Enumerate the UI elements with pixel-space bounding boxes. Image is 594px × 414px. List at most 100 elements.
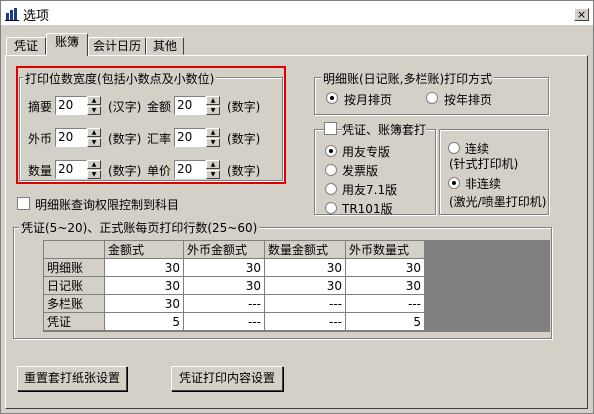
by-year-radio[interactable] bbox=[426, 92, 438, 104]
ufida71-radio[interactable] bbox=[325, 183, 337, 195]
spin-up-icon[interactable]: ▲ bbox=[206, 128, 220, 137]
detail-print-legend: 明细账(日记账,多栏账)打印方式 bbox=[321, 70, 495, 87]
grid-cell[interactable]: 5 bbox=[345, 312, 425, 331]
grid-cell[interactable]: 30 bbox=[104, 258, 184, 277]
label-quantity: 数量 bbox=[28, 164, 53, 178]
amount-width-value[interactable]: 20 bbox=[174, 96, 206, 115]
by-month-label: 按月排页 bbox=[344, 93, 393, 107]
col-header-qty-amount: 数量金额式 bbox=[264, 240, 346, 259]
lines-grid: 金额式 外币金额式 数量金额式 外币数量式 明细账 30 30 30 30 日记… bbox=[43, 240, 425, 331]
row-header: 凭证 bbox=[43, 312, 105, 331]
grid-cell[interactable]: --- bbox=[264, 312, 346, 331]
foreign-width-value[interactable]: 20 bbox=[55, 128, 87, 147]
noncontinuous-radio[interactable] bbox=[448, 177, 460, 189]
reset-paper-button[interactable]: 重置套打纸张设置 bbox=[17, 366, 127, 391]
foreign-width-spinner[interactable]: 20 ▲ ▼ bbox=[55, 128, 101, 147]
options-window: 选项 × 凭证 账簿 会计日历 其他 打印位数宽度(包括小数点及小数位) 摘要 … bbox=[0, 0, 594, 414]
voucher-print-checkbox[interactable] bbox=[324, 122, 337, 135]
label-amount: 金额 bbox=[147, 100, 172, 114]
query-permission-label: 明细账查询权限控制到科目 bbox=[35, 198, 180, 212]
spin-down-icon[interactable]: ▼ bbox=[87, 138, 101, 147]
col-header-amount: 金额式 bbox=[104, 240, 184, 259]
grid-header-row: 金额式 外币金额式 数量金额式 外币数量式 bbox=[43, 240, 425, 259]
label-summary: 摘要 bbox=[28, 100, 53, 114]
rate-width-spinner[interactable]: 20 ▲ ▼ bbox=[174, 128, 220, 147]
row-header: 多栏账 bbox=[43, 294, 105, 313]
label-price: 单价 bbox=[147, 164, 172, 178]
tab-ledger[interactable]: 账簿 bbox=[46, 33, 88, 56]
grid-cell[interactable]: 30 bbox=[104, 276, 184, 295]
rate-width-value[interactable]: 20 bbox=[174, 128, 206, 147]
spin-up-icon[interactable]: ▲ bbox=[206, 160, 220, 169]
spin-down-icon[interactable]: ▼ bbox=[206, 138, 220, 147]
summary-width-spinner[interactable]: 20 ▲ ▼ bbox=[55, 96, 101, 115]
table-row: 日记账 30 30 30 30 bbox=[43, 276, 425, 295]
price-width-spinner[interactable]: 20 ▲ ▼ bbox=[174, 160, 220, 179]
by-year-label: 按年排页 bbox=[444, 93, 493, 107]
spin-up-icon[interactable]: ▲ bbox=[206, 96, 220, 105]
app-icon bbox=[5, 8, 19, 21]
query-permission-checkbox[interactable] bbox=[17, 197, 30, 210]
grid-cell[interactable]: 30 bbox=[183, 258, 265, 277]
spin-up-icon[interactable]: ▲ bbox=[87, 160, 101, 169]
window-title: 选项 bbox=[23, 9, 50, 24]
continuous-radio[interactable] bbox=[448, 142, 460, 154]
col-header-foreign-amount: 外币金额式 bbox=[183, 240, 265, 259]
tab-calendar[interactable]: 会计日历 bbox=[88, 37, 146, 55]
unit-label: (汉字) bbox=[108, 100, 142, 114]
grid-cell[interactable]: 30 bbox=[345, 276, 425, 295]
quantity-width-spinner[interactable]: 20 ▲ ▼ bbox=[55, 160, 101, 179]
row-header: 日记账 bbox=[43, 276, 105, 295]
table-row: 凭证 5 --- --- 5 bbox=[43, 312, 425, 331]
voucher-content-button[interactable]: 凭证打印内容设置 bbox=[171, 366, 283, 391]
tr101-label: TR101版 bbox=[342, 202, 393, 216]
label-foreign: 外币 bbox=[28, 132, 53, 146]
continuous-sub-label: (针式打印机) bbox=[449, 157, 519, 171]
table-row: 多栏账 30 --- --- --- bbox=[43, 294, 425, 313]
lines-per-page-legend: 凭证(5~20)、正式账每页打印行数(25~60) bbox=[19, 219, 260, 236]
spin-down-icon[interactable]: ▼ bbox=[87, 170, 101, 179]
amount-width-spinner[interactable]: 20 ▲ ▼ bbox=[174, 96, 220, 115]
table-row: 明细账 30 30 30 30 bbox=[43, 258, 425, 277]
tab-voucher[interactable]: 凭证 bbox=[6, 37, 46, 55]
grid-cell[interactable]: 30 bbox=[264, 276, 346, 295]
grid-cell[interactable]: --- bbox=[345, 294, 425, 313]
ufida-label: 用友专版 bbox=[342, 145, 391, 159]
title-bar: 选项 × bbox=[1, 1, 593, 25]
by-month-radio[interactable] bbox=[326, 92, 338, 104]
row-header: 明细账 bbox=[43, 258, 105, 277]
spin-down-icon[interactable]: ▼ bbox=[206, 106, 220, 115]
grid-cell[interactable]: 5 bbox=[104, 312, 184, 331]
invoice-label: 发票版 bbox=[342, 164, 379, 178]
noncontinuous-label: 非连续 bbox=[465, 177, 502, 191]
noncontinuous-sub-label: (激光/喷墨打印机) bbox=[449, 195, 547, 209]
spin-up-icon[interactable]: ▲ bbox=[87, 128, 101, 137]
grid-cell[interactable]: 30 bbox=[104, 294, 184, 313]
ufida71-label: 用友7.1版 bbox=[342, 183, 398, 197]
tr101-radio[interactable] bbox=[325, 202, 337, 214]
spin-down-icon[interactable]: ▼ bbox=[87, 106, 101, 115]
col-header-foreign-qty: 外币数量式 bbox=[345, 240, 425, 259]
grid-cell[interactable]: --- bbox=[264, 294, 346, 313]
label-rate: 汇率 bbox=[147, 132, 172, 146]
grid-cell[interactable]: 30 bbox=[345, 258, 425, 277]
unit-label: (数字) bbox=[227, 100, 261, 114]
grid-cell[interactable]: --- bbox=[183, 294, 265, 313]
grid-cell[interactable]: 30 bbox=[264, 258, 346, 277]
grid-cell[interactable]: --- bbox=[183, 312, 265, 331]
price-width-value[interactable]: 20 bbox=[174, 160, 206, 179]
invoice-radio[interactable] bbox=[325, 164, 337, 176]
unit-label: (数字) bbox=[227, 132, 261, 146]
unit-label: (数字) bbox=[108, 164, 142, 178]
summary-width-value[interactable]: 20 bbox=[55, 96, 87, 115]
grid-cell[interactable]: 30 bbox=[183, 276, 265, 295]
voucher-print-legend: 凭证、账簿套打 bbox=[342, 121, 427, 138]
quantity-width-value[interactable]: 20 bbox=[55, 160, 87, 179]
close-icon[interactable]: × bbox=[574, 8, 589, 21]
tab-other[interactable]: 其他 bbox=[146, 37, 184, 55]
unit-label: (数字) bbox=[227, 164, 261, 178]
unit-label: (数字) bbox=[108, 132, 142, 146]
spin-up-icon[interactable]: ▲ bbox=[87, 96, 101, 105]
ufida-radio[interactable] bbox=[325, 145, 337, 157]
spin-down-icon[interactable]: ▼ bbox=[206, 170, 220, 179]
